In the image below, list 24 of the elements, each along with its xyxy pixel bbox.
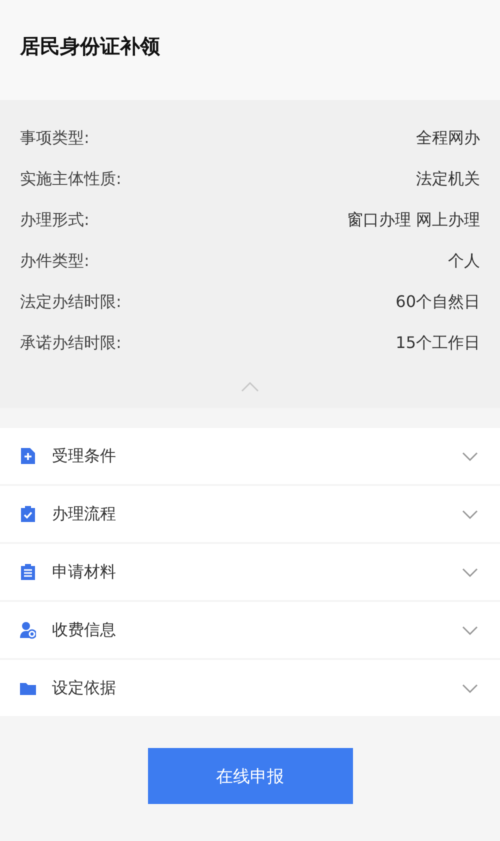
detail-label: 办件类型: — [20, 251, 90, 272]
detail-value: 窗口办理 网上办理 — [346, 210, 480, 231]
submit-button[interactable]: 在线申报 — [148, 748, 352, 804]
clipboard-check-icon — [20, 505, 36, 523]
collapse-chevron-icon[interactable] — [241, 382, 259, 392]
detail-label: 承诺办结时限: — [20, 333, 122, 354]
clipboard-list-icon — [20, 563, 36, 581]
detail-label: 法定办结时限: — [20, 292, 122, 313]
detail-value: 法定机关 — [416, 169, 480, 190]
detail-label: 事项类型: — [20, 128, 90, 149]
section-header[interactable]: 办理流程 — [0, 486, 500, 542]
detail-value: 15个工作日 — [396, 333, 480, 354]
section-header[interactable]: 申请材料 — [0, 544, 500, 600]
detail-value: 全程网办 — [416, 128, 480, 149]
person-coin-icon — [20, 621, 36, 639]
detail-value: 60个自然日 — [396, 292, 480, 313]
section-header[interactable]: 收费信息 — [0, 602, 500, 658]
section-header[interactable]: 设定依据 — [0, 660, 500, 716]
section-header[interactable]: 受理条件 — [0, 428, 500, 484]
detail-label: 办理形式: — [20, 210, 90, 231]
document-plus-icon — [20, 447, 36, 465]
page-title: 居民身份证补领 — [20, 32, 160, 60]
detail-label: 实施主体性质: — [20, 169, 122, 190]
detail-value: 个人 — [448, 251, 480, 272]
